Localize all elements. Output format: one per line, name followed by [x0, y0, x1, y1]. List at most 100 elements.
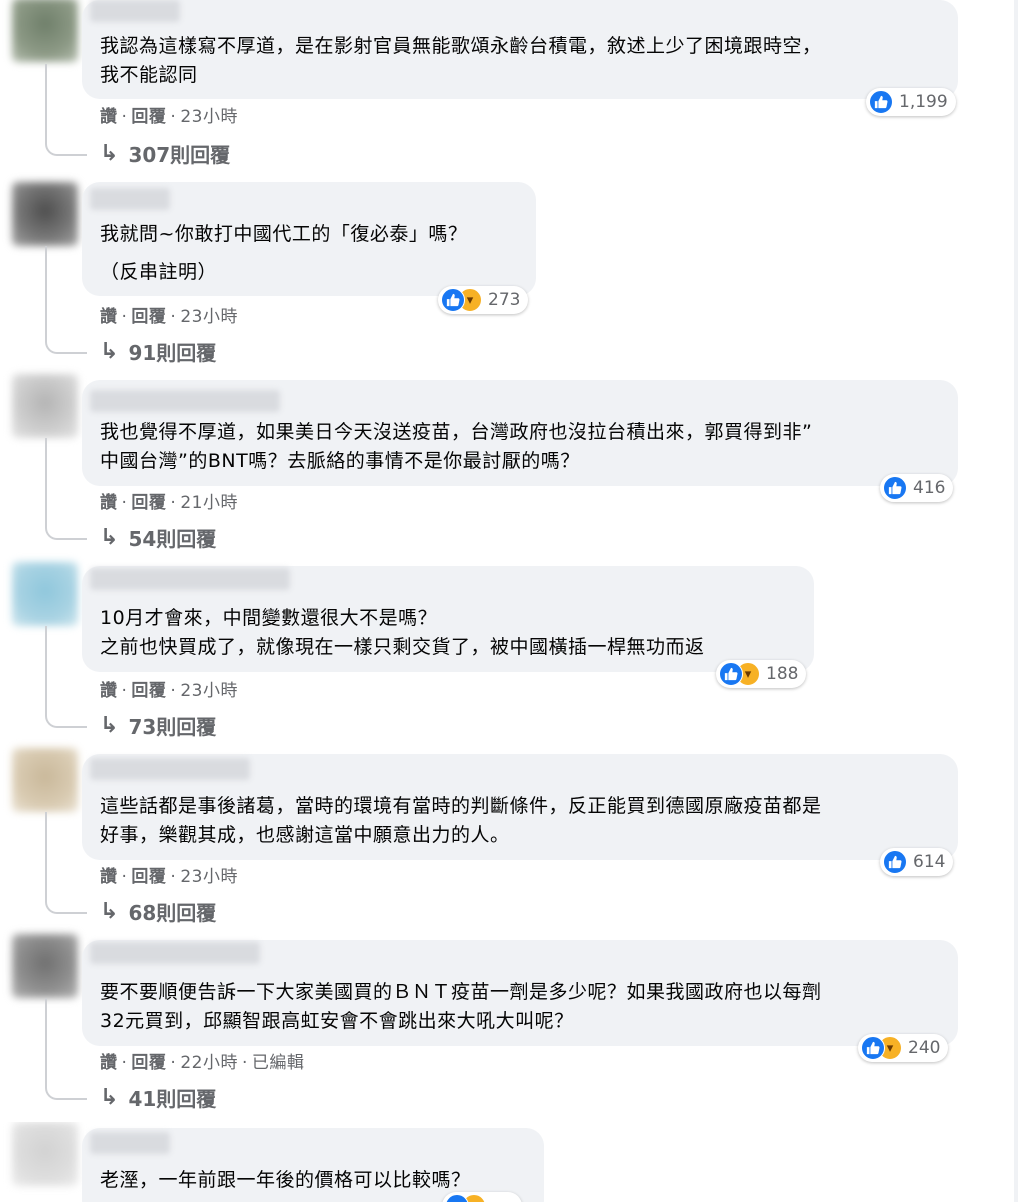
like-icon: [719, 662, 743, 686]
comment-actions: 讚 · 回覆 · 23小時: [100, 867, 238, 887]
comment-actions: 讚 · 回覆 · 23小時: [100, 681, 238, 701]
comment: 老溼，一年前跟一年後的價格可以比較嗎？: [0, 1122, 1018, 1202]
reply-link[interactable]: 回覆: [131, 681, 166, 701]
reactions-badge[interactable]: ▾ 188: [716, 660, 807, 688]
comment-text-line: 之前也快買成了，就像現在一樣只剩交貨了，被中國橫插一桿無功而返: [100, 636, 705, 658]
reaction-count: 416: [913, 478, 946, 498]
thread-line: [45, 626, 87, 728]
author-name[interactable]: [90, 1132, 170, 1154]
comment-text-line: 中國台灣”的BNT嗎？去脈絡的事情不是你最討厭的嗎？: [100, 450, 580, 472]
author-name[interactable]: [90, 390, 280, 412]
reactions-badge[interactable]: 416: [880, 474, 954, 502]
thread-line: [45, 812, 87, 914]
author-name[interactable]: [90, 758, 250, 780]
comment-text-line: 32元買到，邱顯智跟高虹安會不會跳出來大吼大叫呢？: [100, 1010, 574, 1032]
comment-actions: 讚 · 回覆 · 23小時: [100, 107, 238, 127]
reaction-count: 1,199: [899, 92, 948, 112]
timestamp[interactable]: 23小時: [180, 681, 238, 701]
reactions-badge[interactable]: ▾ 240: [858, 1034, 949, 1062]
reaction-count: 240: [908, 1038, 941, 1058]
comment-text-line: 我認為這樣寫不厚道，是在影射官員無能歌頌永齡台積電，敘述上少了困境跟時空，: [100, 35, 822, 57]
thread-line: [45, 438, 87, 540]
comment-text-line: 老溼，一年前跟一年後的價格可以比較嗎？: [100, 1169, 471, 1191]
comment-bubble: 這些話都是事後諸葛，當時的環境有當時的判斷條件，反正能買到德國原廠疫苗都是 好事…: [82, 754, 958, 860]
comment-bubble: 我也覺得不厚道，如果美日今天沒送疫苗，台灣政府也沒拉台積出來，郭買得到非” 中國…: [82, 380, 958, 486]
like-icon: [445, 1194, 469, 1202]
view-replies[interactable]: ↳ 307則回覆: [100, 139, 230, 168]
timestamp[interactable]: 22小時: [180, 1053, 238, 1073]
like-link[interactable]: 讚: [100, 107, 118, 127]
reply-link[interactable]: 回覆: [131, 107, 166, 127]
like-icon: [883, 476, 907, 500]
reactions-badge[interactable]: 614: [880, 848, 954, 876]
view-replies[interactable]: ↳ 73則回覆: [100, 711, 216, 740]
replies-label: 307則回覆: [128, 143, 231, 167]
reactions-badge[interactable]: 1,199: [866, 88, 956, 116]
replies-label: 68則回覆: [128, 901, 217, 925]
comment-text-line: 我不能認同: [100, 64, 198, 86]
avatar[interactable]: [12, 0, 78, 62]
comment-bubble: 要不要順便告訴一下大家美國買的ＢＮＴ疫苗一劑是多少呢？如果我國政府也以每劑 32…: [82, 940, 958, 1046]
comment-text-line: 10月才會來，中間變數還很大不是嗎？: [100, 607, 438, 629]
replies-label: 41則回覆: [128, 1087, 217, 1111]
reply-arrow-icon: ↳: [100, 713, 119, 738]
avatar[interactable]: [12, 182, 78, 246]
like-link[interactable]: 讚: [100, 1053, 118, 1073]
like-icon: [441, 288, 465, 312]
avatar[interactable]: [12, 934, 78, 998]
like-link[interactable]: 讚: [100, 681, 118, 701]
thread-line: [45, 998, 87, 1100]
view-replies[interactable]: ↳ 41則回覆: [100, 1083, 216, 1112]
view-replies[interactable]: ↳ 91則回覆: [100, 337, 216, 366]
reply-arrow-icon: ↳: [100, 339, 119, 364]
timestamp[interactable]: 21小時: [180, 493, 238, 513]
comment-bubble: 我認為這樣寫不厚道，是在影射官員無能歌頌永齡台積電，敘述上少了困境跟時空， 我不…: [82, 0, 958, 99]
comment-text-line: （反串註明）: [100, 261, 218, 283]
comment-text-line: 這些話都是事後諸葛，當時的環境有當時的判斷條件，反正能買到德國原廠疫苗都是: [100, 795, 822, 817]
timestamp[interactable]: 23小時: [180, 307, 238, 327]
reply-arrow-icon: ↳: [100, 899, 119, 924]
avatar[interactable]: [12, 562, 78, 626]
comment-bubble: 老溼，一年前跟一年後的價格可以比較嗎？: [82, 1128, 544, 1202]
comment-actions: 讚 · 回覆 · 23小時: [100, 307, 238, 327]
reply-link[interactable]: 回覆: [131, 493, 166, 513]
comment-text-line: 好事，樂觀其成，也感謝這當中願意出力的人。: [100, 824, 510, 846]
comment-text-line: 我就問~你敢打中國代工的「復必泰」嗎？: [100, 223, 468, 245]
reply-link[interactable]: 回覆: [131, 307, 166, 327]
timestamp[interactable]: 23小時: [180, 867, 238, 887]
like-link[interactable]: 讚: [100, 307, 118, 327]
thread-line: [45, 64, 87, 156]
reply-arrow-icon: ↳: [100, 141, 119, 166]
avatar[interactable]: [12, 748, 78, 812]
author-name[interactable]: [90, 188, 170, 210]
comment-text-line: 要不要順便告訴一下大家美國買的ＢＮＴ疫苗一劑是多少呢？如果我國政府也以每劑: [100, 981, 822, 1003]
author-name[interactable]: [90, 942, 260, 964]
replies-label: 54則回覆: [128, 527, 217, 551]
author-name[interactable]: [90, 568, 290, 590]
view-replies[interactable]: ↳ 68則回覆: [100, 897, 216, 926]
comment-actions: 讚 · 回覆 · 21小時: [100, 493, 238, 513]
reactions-badge[interactable]: [442, 1192, 522, 1202]
timestamp[interactable]: 23小時: [180, 107, 238, 127]
reactions-badge[interactable]: ▾ 273: [438, 286, 529, 314]
reaction-count: 614: [913, 852, 946, 872]
comment-bubble: 我就問~你敢打中國代工的「復必泰」嗎？ （反串註明）: [82, 182, 536, 296]
like-link[interactable]: 讚: [100, 867, 118, 887]
scrollbar[interactable]: [1014, 0, 1018, 1202]
reply-arrow-icon: ↳: [100, 1085, 119, 1110]
reply-link[interactable]: 回覆: [131, 1053, 166, 1073]
replies-label: 91則回覆: [128, 341, 217, 365]
view-replies[interactable]: ↳ 54則回覆: [100, 523, 216, 552]
comment-actions: 讚 · 回覆 · 22小時 · 已編輯: [100, 1053, 305, 1073]
avatar[interactable]: [12, 1122, 78, 1186]
avatar[interactable]: [12, 374, 78, 438]
thread-line: [45, 246, 87, 354]
reaction-count: 273: [488, 290, 521, 310]
comment-text-line: 我也覺得不厚道，如果美日今天沒送疫苗，台灣政府也沒拉台積出來，郭買得到非”: [100, 421, 813, 443]
like-link[interactable]: 讚: [100, 493, 118, 513]
reply-link[interactable]: 回覆: [131, 867, 166, 887]
edited-label[interactable]: 已編輯: [252, 1053, 305, 1073]
replies-label: 73則回覆: [128, 715, 217, 739]
author-name[interactable]: [90, 0, 180, 22]
like-icon: [861, 1036, 885, 1060]
